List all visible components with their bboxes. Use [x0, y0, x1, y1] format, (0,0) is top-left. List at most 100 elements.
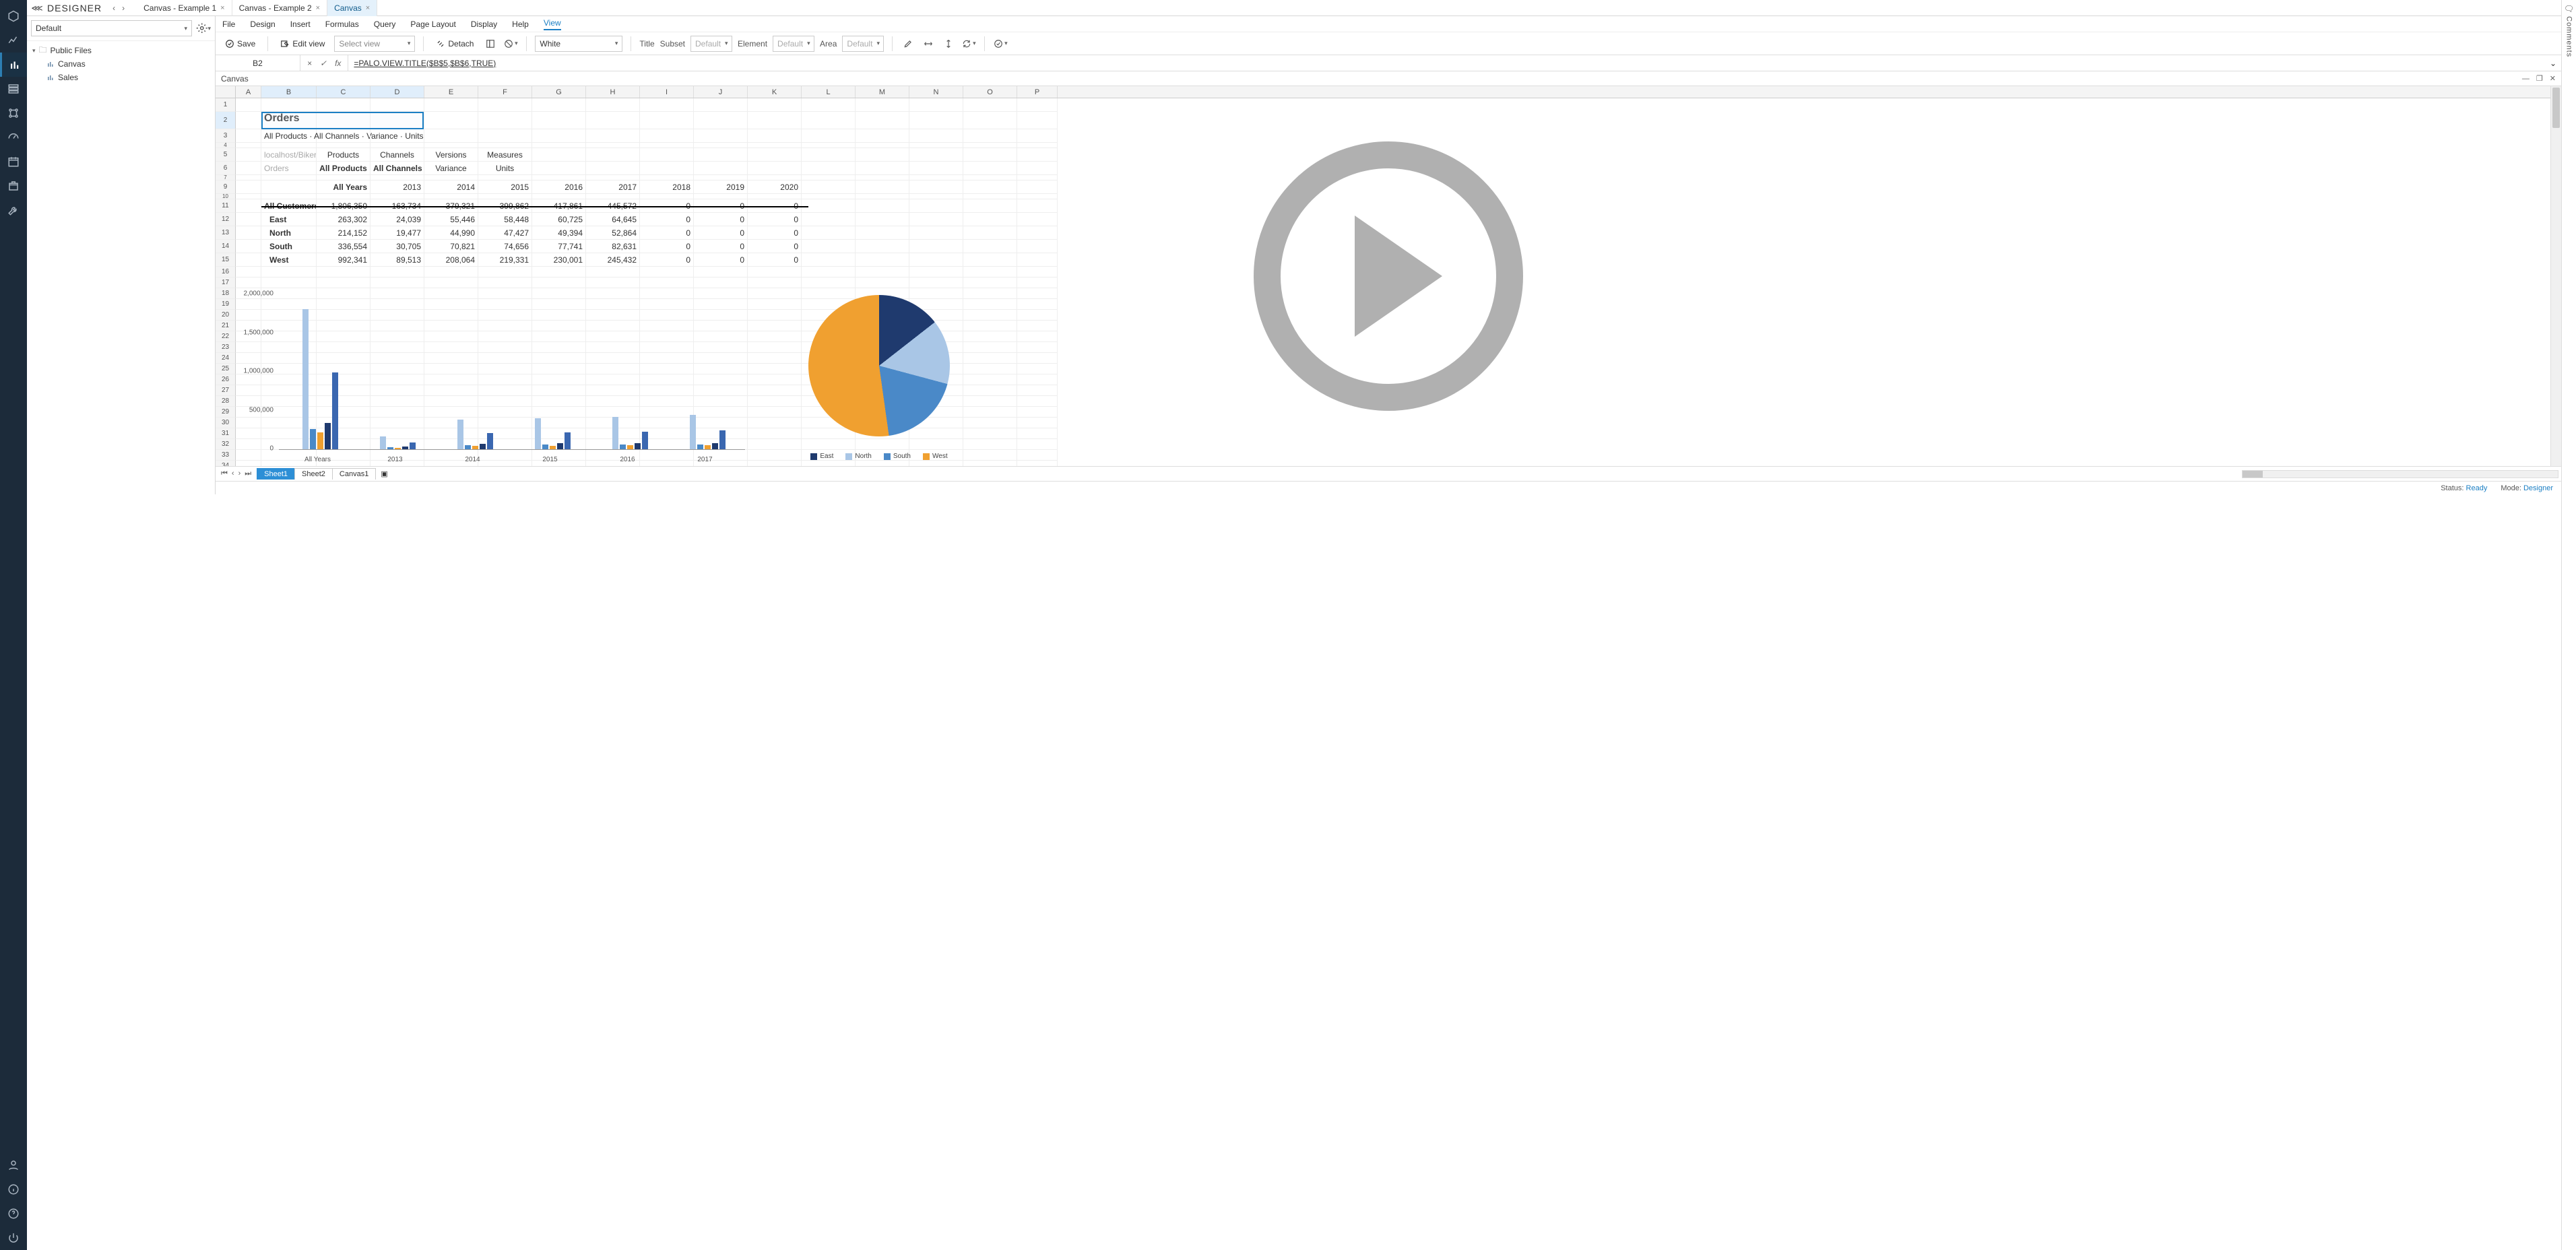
menu-view[interactable]: View	[544, 18, 561, 30]
horizontal-scrollbar[interactable]	[393, 470, 2561, 478]
col-header[interactable]: F	[478, 86, 532, 98]
rail-logo-icon[interactable]	[0, 4, 27, 28]
rail-user-icon[interactable]	[0, 1153, 27, 1177]
data-cell[interactable]: 58,448	[478, 213, 532, 226]
filter-icon[interactable]: ▾	[503, 36, 518, 51]
doc-tab[interactable]: Canvas - Example 2×	[232, 0, 327, 16]
rail-package-icon[interactable]	[0, 174, 27, 198]
tree-folder[interactable]: ▾🗀Public Files	[27, 44, 215, 57]
rail-power-icon[interactable]	[0, 1226, 27, 1250]
nav-back-icon[interactable]: ‹	[112, 3, 115, 13]
save-button[interactable]: Save	[221, 36, 259, 52]
dim-sel[interactable]: All Products	[317, 162, 371, 175]
data-cell[interactable]: 208,064	[424, 253, 478, 267]
rail-gauge-icon[interactable]	[0, 125, 27, 150]
col-header[interactable]: K	[748, 86, 802, 98]
data-cell[interactable]: 0	[748, 240, 802, 253]
refresh-icon[interactable]: ▾	[961, 36, 976, 51]
data-cell[interactable]: 64,645	[586, 213, 640, 226]
menu-file[interactable]: File	[222, 20, 235, 29]
dim-header[interactable]: Versions	[424, 148, 478, 162]
close-icon[interactable]: ×	[316, 4, 320, 12]
data-cell[interactable]: 992,341	[317, 253, 371, 267]
menu-page-layout[interactable]: Page Layout	[410, 20, 455, 29]
col-header[interactable]: I	[640, 86, 694, 98]
edit-view-button[interactable]: Edit view	[276, 36, 329, 52]
col-header[interactable]: N	[909, 86, 963, 98]
area-select[interactable]: Default▾	[842, 36, 884, 52]
vertical-scrollbar[interactable]	[2550, 86, 2561, 466]
data-cell[interactable]: 230,001	[532, 253, 586, 267]
sheet-add-icon[interactable]: ▣	[375, 468, 393, 480]
year-header[interactable]: 2020	[748, 180, 802, 194]
rail-wrench-icon[interactable]	[0, 198, 27, 222]
menu-toggle-icon[interactable]: ⋘	[31, 3, 43, 13]
data-cell[interactable]: 77,741	[532, 240, 586, 253]
nav-forward-icon[interactable]: ›	[122, 3, 125, 13]
restore-icon[interactable]: ❐	[2536, 74, 2543, 83]
col-header[interactable]: E	[424, 86, 478, 98]
fx-icon[interactable]: fx	[335, 59, 341, 68]
data-row-label[interactable]: North	[261, 226, 317, 240]
menu-formulas[interactable]: Formulas	[325, 20, 359, 29]
data-cell[interactable]: 0	[640, 240, 694, 253]
confirm-icon[interactable]: ▾	[993, 36, 1008, 51]
data-cell[interactable]: 0	[748, 253, 802, 267]
data-cell[interactable]: 89,513	[371, 253, 424, 267]
col-header[interactable]: O	[963, 86, 1017, 98]
data-cell[interactable]: 30,705	[371, 240, 424, 253]
doc-tab[interactable]: Canvas×	[327, 0, 377, 16]
dim-header[interactable]: Products	[317, 148, 371, 162]
data-cell[interactable]: 219,331	[478, 253, 532, 267]
close-icon[interactable]: ×	[220, 4, 224, 12]
dim-sel[interactable]: Variance	[424, 162, 478, 175]
tree-item[interactable]: Sales	[27, 71, 215, 84]
col-header[interactable]: H	[586, 86, 640, 98]
data-cell[interactable]: 52,864	[586, 226, 640, 240]
doc-tab[interactable]: Canvas - Example 1×	[137, 0, 232, 16]
data-cell[interactable]: 0	[640, 253, 694, 267]
dim-header[interactable]: Channels	[371, 148, 424, 162]
detach-button[interactable]: Detach	[432, 36, 478, 52]
menu-design[interactable]: Design	[250, 20, 275, 29]
data-cell[interactable]: 0	[748, 213, 802, 226]
rail-analytics-icon[interactable]	[0, 28, 27, 53]
data-cell[interactable]: 263,302	[317, 213, 371, 226]
year-header[interactable]: 2014	[424, 180, 478, 194]
sheet-first-icon[interactable]: ⏮	[221, 469, 228, 478]
minimize-icon[interactable]: —	[2522, 75, 2530, 83]
menu-display[interactable]: Display	[471, 20, 497, 29]
data-cell[interactable]: 0	[640, 213, 694, 226]
menu-insert[interactable]: Insert	[290, 20, 311, 29]
fit-width-icon[interactable]	[921, 36, 936, 51]
year-header[interactable]: 2017	[586, 180, 640, 194]
col-header[interactable]: P	[1017, 86, 1058, 98]
col-header[interactable]: D	[371, 86, 424, 98]
freeze-icon[interactable]	[483, 36, 498, 51]
dim-sel[interactable]: Units	[478, 162, 532, 175]
sheet-tab[interactable]: Sheet1	[257, 468, 295, 480]
comment-icon[interactable]: 🗨	[2564, 4, 2574, 13]
data-cell[interactable]: 245,432	[586, 253, 640, 267]
data-cell[interactable]: 47,427	[478, 226, 532, 240]
rail-schedule-icon[interactable]	[0, 150, 27, 174]
rail-settings-icon[interactable]	[0, 101, 27, 125]
data-cell[interactable]: 0	[640, 226, 694, 240]
year-header[interactable]: 2018	[640, 180, 694, 194]
sheet-tab[interactable]: Canvas1	[332, 468, 376, 480]
close-icon[interactable]: ×	[366, 4, 370, 12]
col-header[interactable]: B	[261, 86, 317, 98]
col-header[interactable]: G	[532, 86, 586, 98]
data-cell[interactable]: 44,990	[424, 226, 478, 240]
tree-item[interactable]: Canvas	[27, 57, 215, 71]
data-cell[interactable]: 0	[694, 240, 748, 253]
col-header[interactable]: C	[317, 86, 371, 98]
cell-reference[interactable]: B2	[216, 55, 300, 71]
rail-database-icon[interactable]	[0, 77, 27, 101]
dim-sel[interactable]: Orders	[261, 162, 317, 175]
expand-formula-icon[interactable]: ⌄	[2545, 59, 2561, 68]
sheet-prev-icon[interactable]: ‹	[232, 469, 234, 478]
view-title[interactable]: Orders	[261, 112, 317, 129]
edit-pencil-icon[interactable]	[901, 36, 915, 51]
data-cell[interactable]: 74,656	[478, 240, 532, 253]
